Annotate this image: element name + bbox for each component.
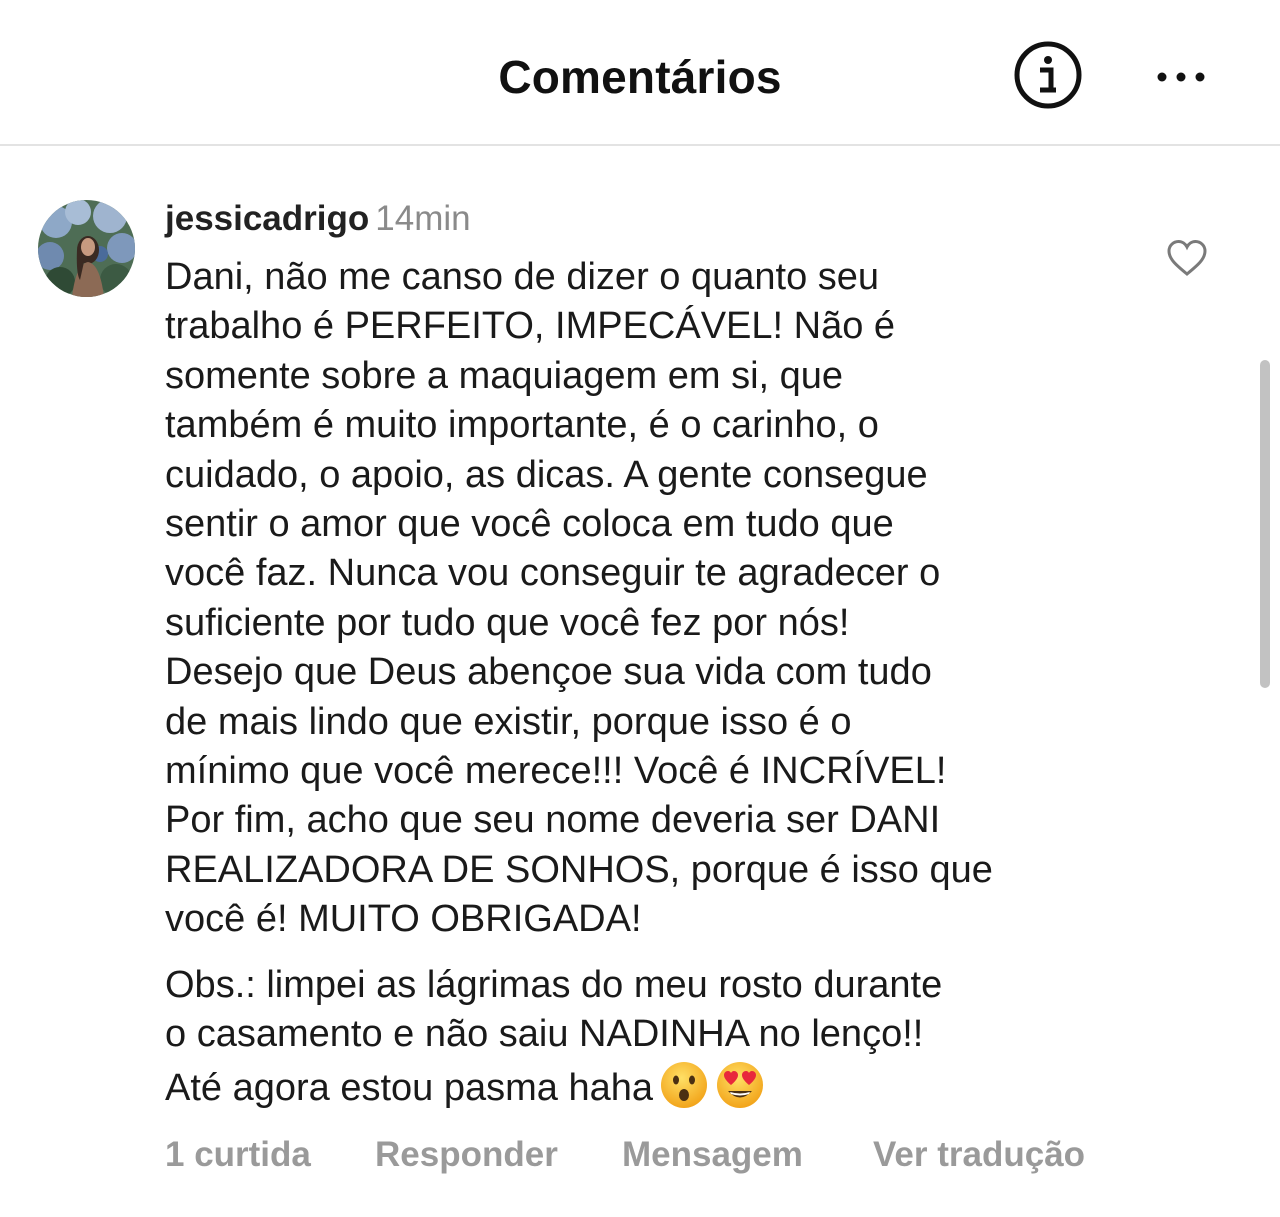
comment-text: Dani, não me canso de dizer o quanto seu…	[165, 253, 1125, 1113]
comment-paragraph: Dani, não me canso de dizer o quanto seu…	[165, 256, 993, 941]
comment-username[interactable]: jessicadrigo	[165, 199, 369, 238]
page-title: Comentários	[498, 51, 782, 103]
top-bar: Comentários	[0, 0, 1280, 146]
likes-count[interactable]: 1 curtida	[165, 1133, 311, 1177]
more-options-button[interactable]	[1150, 60, 1212, 94]
info-button[interactable]	[1013, 40, 1083, 110]
scrollbar[interactable]	[1260, 360, 1270, 688]
translate-button[interactable]: Ver tradução	[873, 1133, 1085, 1177]
info-circle-icon	[1014, 41, 1082, 109]
comment-header: jessicadrigo 14min	[165, 198, 471, 240]
astonished-face-icon	[659, 1060, 709, 1110]
message-button[interactable]: Mensagem	[622, 1133, 803, 1177]
user-photo-icon	[38, 200, 135, 297]
comment-timestamp: 14min	[375, 199, 471, 238]
heart-outline-icon	[1167, 239, 1207, 276]
comment-paragraph-note: Obs.: limpei as lágrimas do meu rosto du…	[165, 961, 1125, 1113]
avatar[interactable]	[38, 200, 135, 297]
reply-button[interactable]: Responder	[375, 1133, 558, 1177]
more-dots-icon	[1157, 72, 1205, 82]
comment-note-text: Obs.: limpei as lágrimas do meu rosto du…	[165, 963, 943, 1109]
like-comment-button[interactable]	[1166, 238, 1208, 278]
heart-eyes-face-icon	[715, 1060, 765, 1110]
